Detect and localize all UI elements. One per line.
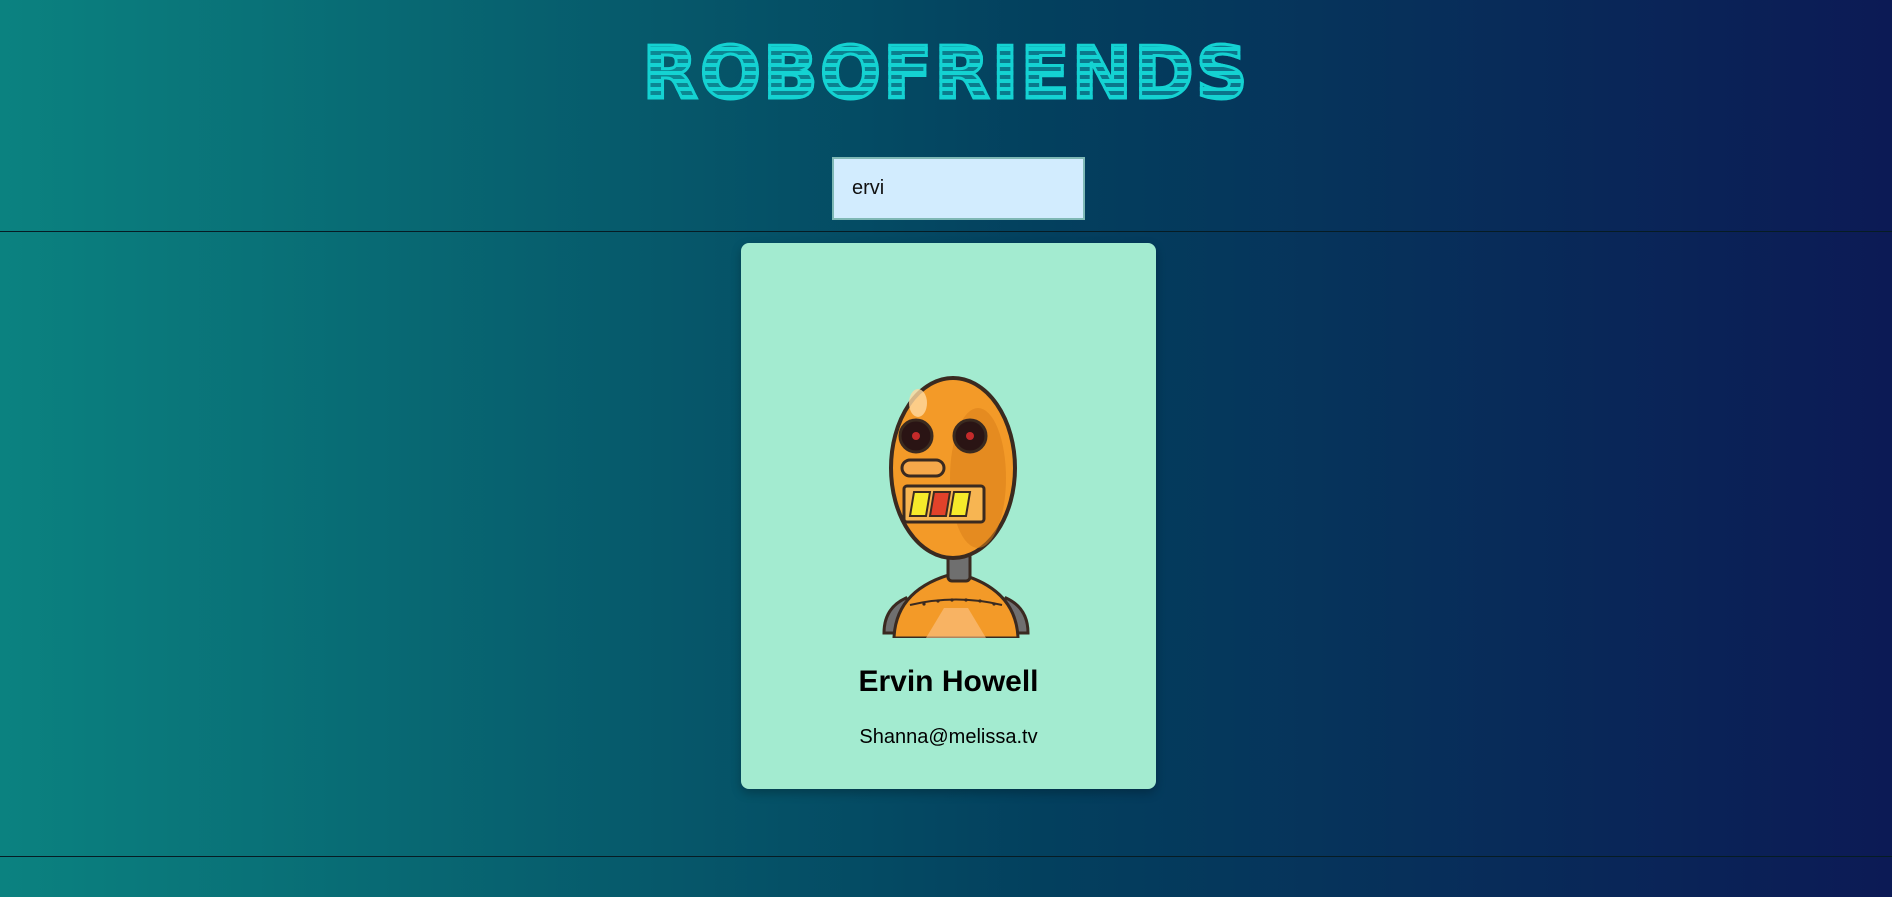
app-title: ROBOFRIENDS	[0, 30, 1892, 117]
robot-avatar	[882, 376, 1030, 638]
robot-card[interactable]: Ervin Howell Shanna@melissa.tv	[741, 243, 1156, 789]
robot-email: Shanna@melissa.tv	[859, 726, 1038, 748]
scroll-area-top-border	[0, 231, 1892, 232]
app-title-text: ROBOFRIENDS	[641, 30, 1250, 117]
robot-name: Ervin Howell	[858, 665, 1039, 698]
scroll-area-bottom-border	[0, 856, 1892, 857]
search-input[interactable]	[832, 157, 1085, 220]
